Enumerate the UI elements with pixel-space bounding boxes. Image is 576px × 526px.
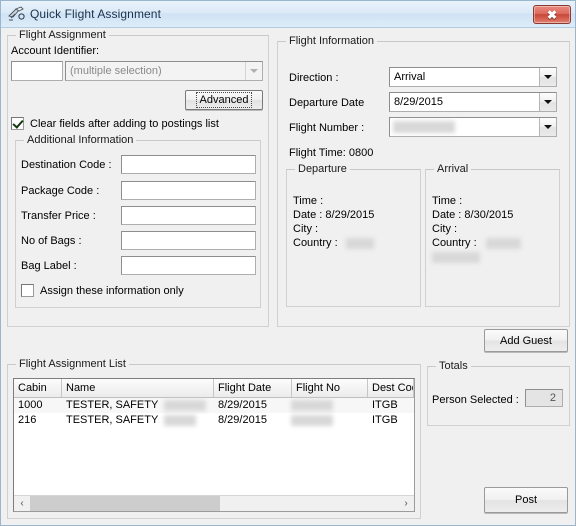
- assign-information-only-checkbox[interactable]: Assign these information only: [21, 284, 184, 297]
- cell-cabin: 216: [18, 414, 37, 426]
- post-button[interactable]: Post: [484, 487, 568, 513]
- flight-assignment-group-title: Flight Assignment: [16, 29, 109, 41]
- bag-label-label: Bag Label :: [21, 260, 77, 272]
- departure-country-label: Country :: [293, 237, 338, 249]
- arrival-city-label: City :: [432, 223, 458, 235]
- departure-time-label: Time :: [293, 195, 324, 207]
- column-header-flight-no[interactable]: Flight No: [292, 379, 368, 397]
- arrival-group-title: Arrival: [434, 163, 472, 175]
- flight-time-text: Flight Time: 0800: [289, 147, 374, 159]
- transfer-price-input[interactable]: [121, 206, 256, 225]
- quick-flight-assignment-window: Quick Flight Assignment ✖ Flight Assignm…: [0, 0, 576, 526]
- add-guest-button[interactable]: Add Guest: [484, 329, 568, 352]
- flight-assignment-list-group-title: Flight Assignment List: [16, 358, 129, 370]
- scroll-left-icon[interactable]: ‹: [14, 496, 30, 511]
- row1-flight-no-redaction: [291, 400, 333, 411]
- departure-group-title: Departure: [295, 163, 350, 175]
- account-selection-value: (multiple selection): [70, 65, 162, 77]
- advanced-button[interactable]: Advanced: [185, 90, 263, 110]
- person-selected-value: 2: [525, 389, 563, 407]
- column-header-cabin[interactable]: Cabin: [14, 379, 62, 397]
- advanced-button-label: Advanced: [195, 92, 253, 108]
- cell-flight-date: 8/29/2015: [218, 399, 267, 411]
- scrollbar-thumb[interactable]: [30, 496, 220, 511]
- totals-group-title: Totals: [436, 360, 471, 372]
- cell-dest-code: ITGB: [372, 399, 398, 411]
- arrival-country-redaction-2: [432, 252, 480, 263]
- table-row[interactable]: 1000 TESTER, SAFETY 8/29/2015 ITGB: [14, 398, 414, 413]
- departure-date-value: 8/29/2015: [394, 96, 443, 108]
- arrival-time-label: Time :: [432, 195, 463, 207]
- chevron-down-icon[interactable]: [539, 118, 556, 136]
- row1-name-redaction: [164, 400, 206, 411]
- direction-combo[interactable]: Arrival: [389, 67, 557, 87]
- arrival-country-redaction-1: [486, 238, 521, 249]
- direction-label: Direction :: [289, 72, 339, 84]
- column-header-flight-date[interactable]: Flight Date: [214, 379, 292, 397]
- bag-label-input[interactable]: [121, 256, 256, 275]
- row2-name-redaction: [164, 415, 196, 426]
- flight-number-redaction: [393, 121, 455, 133]
- account-identifier-input[interactable]: [11, 61, 63, 81]
- table-row[interactable]: 216 TESTER, SAFETY 8/29/2015 ITGB: [14, 413, 414, 428]
- departure-country-redaction: [346, 238, 374, 249]
- chevron-down-icon[interactable]: [539, 68, 556, 86]
- close-icon: ✖: [546, 7, 558, 22]
- table-header-row: Cabin Name Flight Date Flight No Dest Co…: [14, 379, 414, 398]
- row2-flight-no-redaction: [291, 415, 333, 426]
- window-title: Quick Flight Assignment: [30, 7, 162, 21]
- departure-date-combo[interactable]: 8/29/2015: [389, 92, 557, 112]
- departure-date-label: Departure Date: [289, 97, 365, 109]
- flight-number-label: Flight Number :: [289, 122, 365, 134]
- transfer-price-label: Transfer Price :: [21, 210, 96, 222]
- package-code-label: Package Code :: [21, 185, 100, 197]
- chevron-down-icon[interactable]: [245, 62, 262, 80]
- flight-information-group-title: Flight Information: [286, 35, 377, 47]
- close-button[interactable]: ✖: [533, 5, 571, 24]
- account-identifier-label: Account Identifier:: [11, 45, 100, 57]
- destination-code-label: Destination Code :: [21, 159, 112, 171]
- checkbox-box: [21, 284, 34, 297]
- cell-dest-code: ITGB: [372, 414, 398, 426]
- flight-assignment-table[interactable]: Cabin Name Flight Date Flight No Dest Co…: [13, 378, 415, 512]
- flight-assignment-icon: [7, 5, 25, 23]
- post-button-label: Post: [514, 494, 537, 506]
- assign-information-only-label: Assign these information only: [40, 284, 184, 297]
- checkbox-box: [11, 117, 24, 130]
- account-selection-combo[interactable]: (multiple selection): [65, 61, 263, 81]
- destination-code-input[interactable]: [121, 155, 256, 174]
- clear-fields-checkbox[interactable]: Clear fields after adding to postings li…: [11, 117, 219, 130]
- cell-flight-date: 8/29/2015: [218, 414, 267, 426]
- package-code-input[interactable]: [121, 181, 256, 200]
- direction-value: Arrival: [394, 71, 426, 83]
- chevron-down-icon[interactable]: [539, 93, 556, 111]
- no-of-bags-label: No of Bags :: [21, 235, 82, 247]
- departure-date-text: Date : 8/29/2015: [293, 209, 375, 221]
- scroll-right-icon[interactable]: ›: [398, 496, 414, 511]
- clear-fields-checkbox-label: Clear fields after adding to postings li…: [30, 117, 219, 130]
- add-guest-button-label: Add Guest: [500, 334, 552, 347]
- table-horizontal-scrollbar[interactable]: ‹ ›: [14, 495, 414, 511]
- cell-cabin: 1000: [18, 399, 43, 411]
- title-bar: Quick Flight Assignment ✖: [1, 1, 575, 28]
- departure-city-label: City :: [293, 223, 319, 235]
- column-header-dest-code[interactable]: Dest Cod: [368, 379, 414, 397]
- no-of-bags-input[interactable]: [121, 231, 256, 250]
- arrival-country-label: Country :: [432, 237, 477, 249]
- person-selected-label: Person Selected :: [432, 394, 519, 406]
- additional-information-group-title: Additional Information: [24, 134, 137, 146]
- column-header-name[interactable]: Name: [62, 379, 214, 397]
- scrollbar-track[interactable]: [30, 496, 398, 511]
- arrival-date-text: Date : 8/30/2015: [432, 209, 514, 221]
